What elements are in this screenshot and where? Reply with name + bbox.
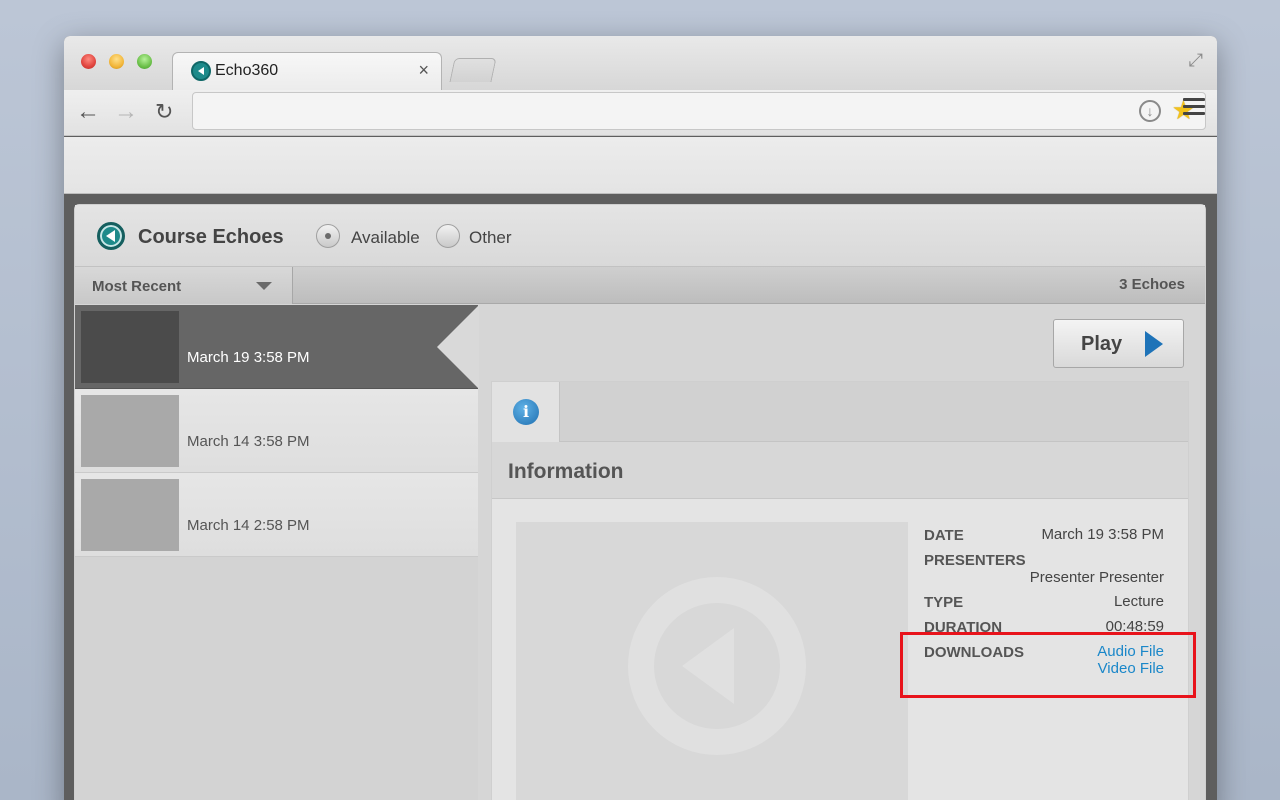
other-radio[interactable]: [436, 224, 460, 248]
echo-date-label: March 14 2:58 PM: [187, 517, 310, 534]
sort-dropdown[interactable]: Most Recent: [75, 267, 293, 304]
presenters-value: Presenter Presenter: [1029, 569, 1164, 586]
echo-thumbnail: [81, 311, 179, 383]
date-value: March 19 3:58 PM: [1041, 526, 1164, 543]
available-radio[interactable]: [316, 224, 340, 248]
zoom-window-button[interactable]: [137, 54, 152, 69]
page-title: Course Echoes: [138, 226, 284, 248]
echo360-logo-icon: [97, 222, 125, 250]
echo360-favicon-icon: [191, 61, 211, 81]
panel-tab-strip: i: [492, 382, 1188, 442]
echo-date-label: March 19 3:58 PM: [187, 349, 310, 366]
minimize-window-button[interactable]: [109, 54, 124, 69]
sort-dropdown-label: Most Recent: [92, 278, 182, 295]
tab-close-icon[interactable]: ×: [418, 60, 429, 81]
close-window-button[interactable]: [81, 54, 96, 69]
back-arrow-icon[interactable]: ←: [76, 98, 100, 126]
browser-menu-icon[interactable]: [1183, 98, 1205, 119]
fullscreen-icon[interactable]: ⤢: [1189, 50, 1203, 71]
play-button[interactable]: Play: [1053, 319, 1184, 368]
echo-list: March 19 3:58 PM March 14 3:58 PM March …: [75, 305, 478, 800]
title-bar: Echo360 × ⤢: [64, 36, 1217, 90]
chevron-down-icon: [256, 282, 272, 290]
type-label: TYPE: [924, 594, 964, 611]
page-top-bar: [64, 137, 1217, 194]
echo-center-app: Course Echoes Available Other Most Recen…: [74, 204, 1206, 800]
player-logo-icon: [682, 628, 734, 704]
date-label: DATE: [924, 527, 964, 544]
echo-thumbnail: [81, 479, 179, 551]
browser-tab[interactable]: Echo360 ×: [172, 52, 442, 90]
list-toolbar: Most Recent 3 Echoes: [75, 267, 1205, 304]
forward-arrow-icon[interactable]: →: [114, 98, 138, 126]
new-tab-button[interactable]: [449, 58, 497, 82]
echo-thumbnail: [81, 395, 179, 467]
address-bar[interactable]: ↓ ★: [192, 92, 1206, 130]
downloads-highlight-box: [900, 632, 1196, 698]
panel-heading-text: Information: [508, 460, 624, 483]
video-preview[interactable]: [516, 522, 908, 800]
tab-title: Echo360: [215, 62, 279, 79]
echo-list-item[interactable]: March 14 2:58 PM: [75, 473, 478, 557]
tab-information[interactable]: i: [492, 382, 560, 442]
echo-date-label: March 14 3:58 PM: [187, 433, 310, 450]
echo-list-item[interactable]: March 14 3:58 PM: [75, 389, 478, 473]
reload-icon[interactable]: ↻: [155, 98, 173, 126]
presenters-label: PRESENTERS: [924, 552, 1026, 569]
type-value: Lecture: [1113, 593, 1164, 610]
echo-list-item[interactable]: March 19 3:58 PM: [75, 305, 478, 389]
available-radio-label[interactable]: Available: [351, 228, 420, 248]
play-button-label: Play: [1081, 333, 1123, 355]
other-radio-label[interactable]: Other: [469, 228, 512, 248]
echo-count: 3 Echoes: [1119, 276, 1185, 293]
play-icon: [1145, 331, 1163, 357]
app-header: Course Echoes Available Other: [75, 205, 1205, 267]
selection-pointer: [437, 305, 479, 389]
info-panel: i Information DATE March 19 3:58 PM PRES…: [491, 381, 1189, 800]
panel-heading: Information: [492, 442, 1188, 499]
download-icon[interactable]: ↓: [1139, 100, 1161, 122]
info-icon: i: [513, 399, 539, 425]
